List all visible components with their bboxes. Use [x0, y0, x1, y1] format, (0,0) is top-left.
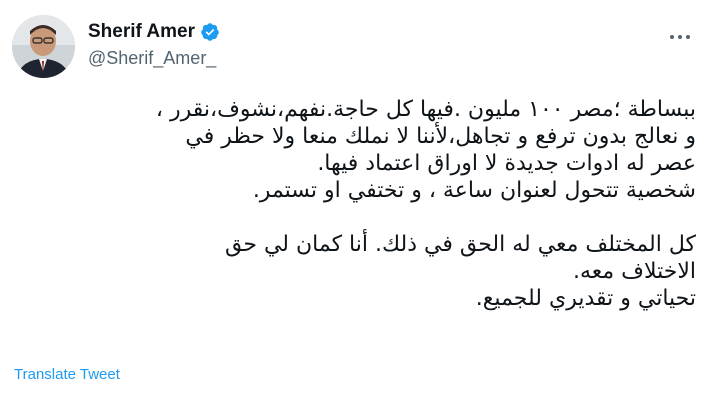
- tweet-line: و نعالج بدون ترفع و تجاهل،لأننا لا نملك …: [185, 124, 696, 149]
- more-options-icon[interactable]: [670, 27, 690, 47]
- author-handle[interactable]: @Sherif_Amer_: [88, 48, 216, 69]
- avatar[interactable]: [12, 15, 75, 78]
- translate-tweet-link[interactable]: Translate Tweet: [14, 366, 120, 383]
- avatar-photo: [12, 15, 75, 78]
- tweet-line: عصر له ادوات جديدة لا اوراق اعتماد فيها.: [317, 151, 696, 176]
- author-name[interactable]: Sherif Amer: [88, 21, 220, 43]
- more-dot: [670, 35, 674, 39]
- tweet-line: الاختلاف معه.: [572, 259, 696, 284]
- author-name-text: Sherif Amer: [88, 21, 195, 42]
- tweet-line: شخصية تتحول لعنوان ساعة ، و تختفي او تست…: [252, 178, 696, 203]
- tweet-line: ببساطة ؛مصر ١٠٠ مليون .فيها كل حاجة.نفهم…: [155, 97, 696, 122]
- verified-badge-icon: [200, 22, 220, 42]
- tweet-text: ببساطة ؛مصر ١٠٠ مليون .فيها كل حاجة.نفهم…: [6, 96, 696, 312]
- more-dot: [678, 35, 682, 39]
- tweet-card: Sherif Amer @Sherif_Amer_ ببساطة ؛مصر ١٠…: [0, 0, 710, 411]
- tweet-line: تحياتي و تقديري للجميع.: [475, 286, 696, 311]
- tweet-line: كل المختلف معي له الحق في ذلك. أنا كمان …: [225, 232, 696, 257]
- more-dot: [686, 35, 690, 39]
